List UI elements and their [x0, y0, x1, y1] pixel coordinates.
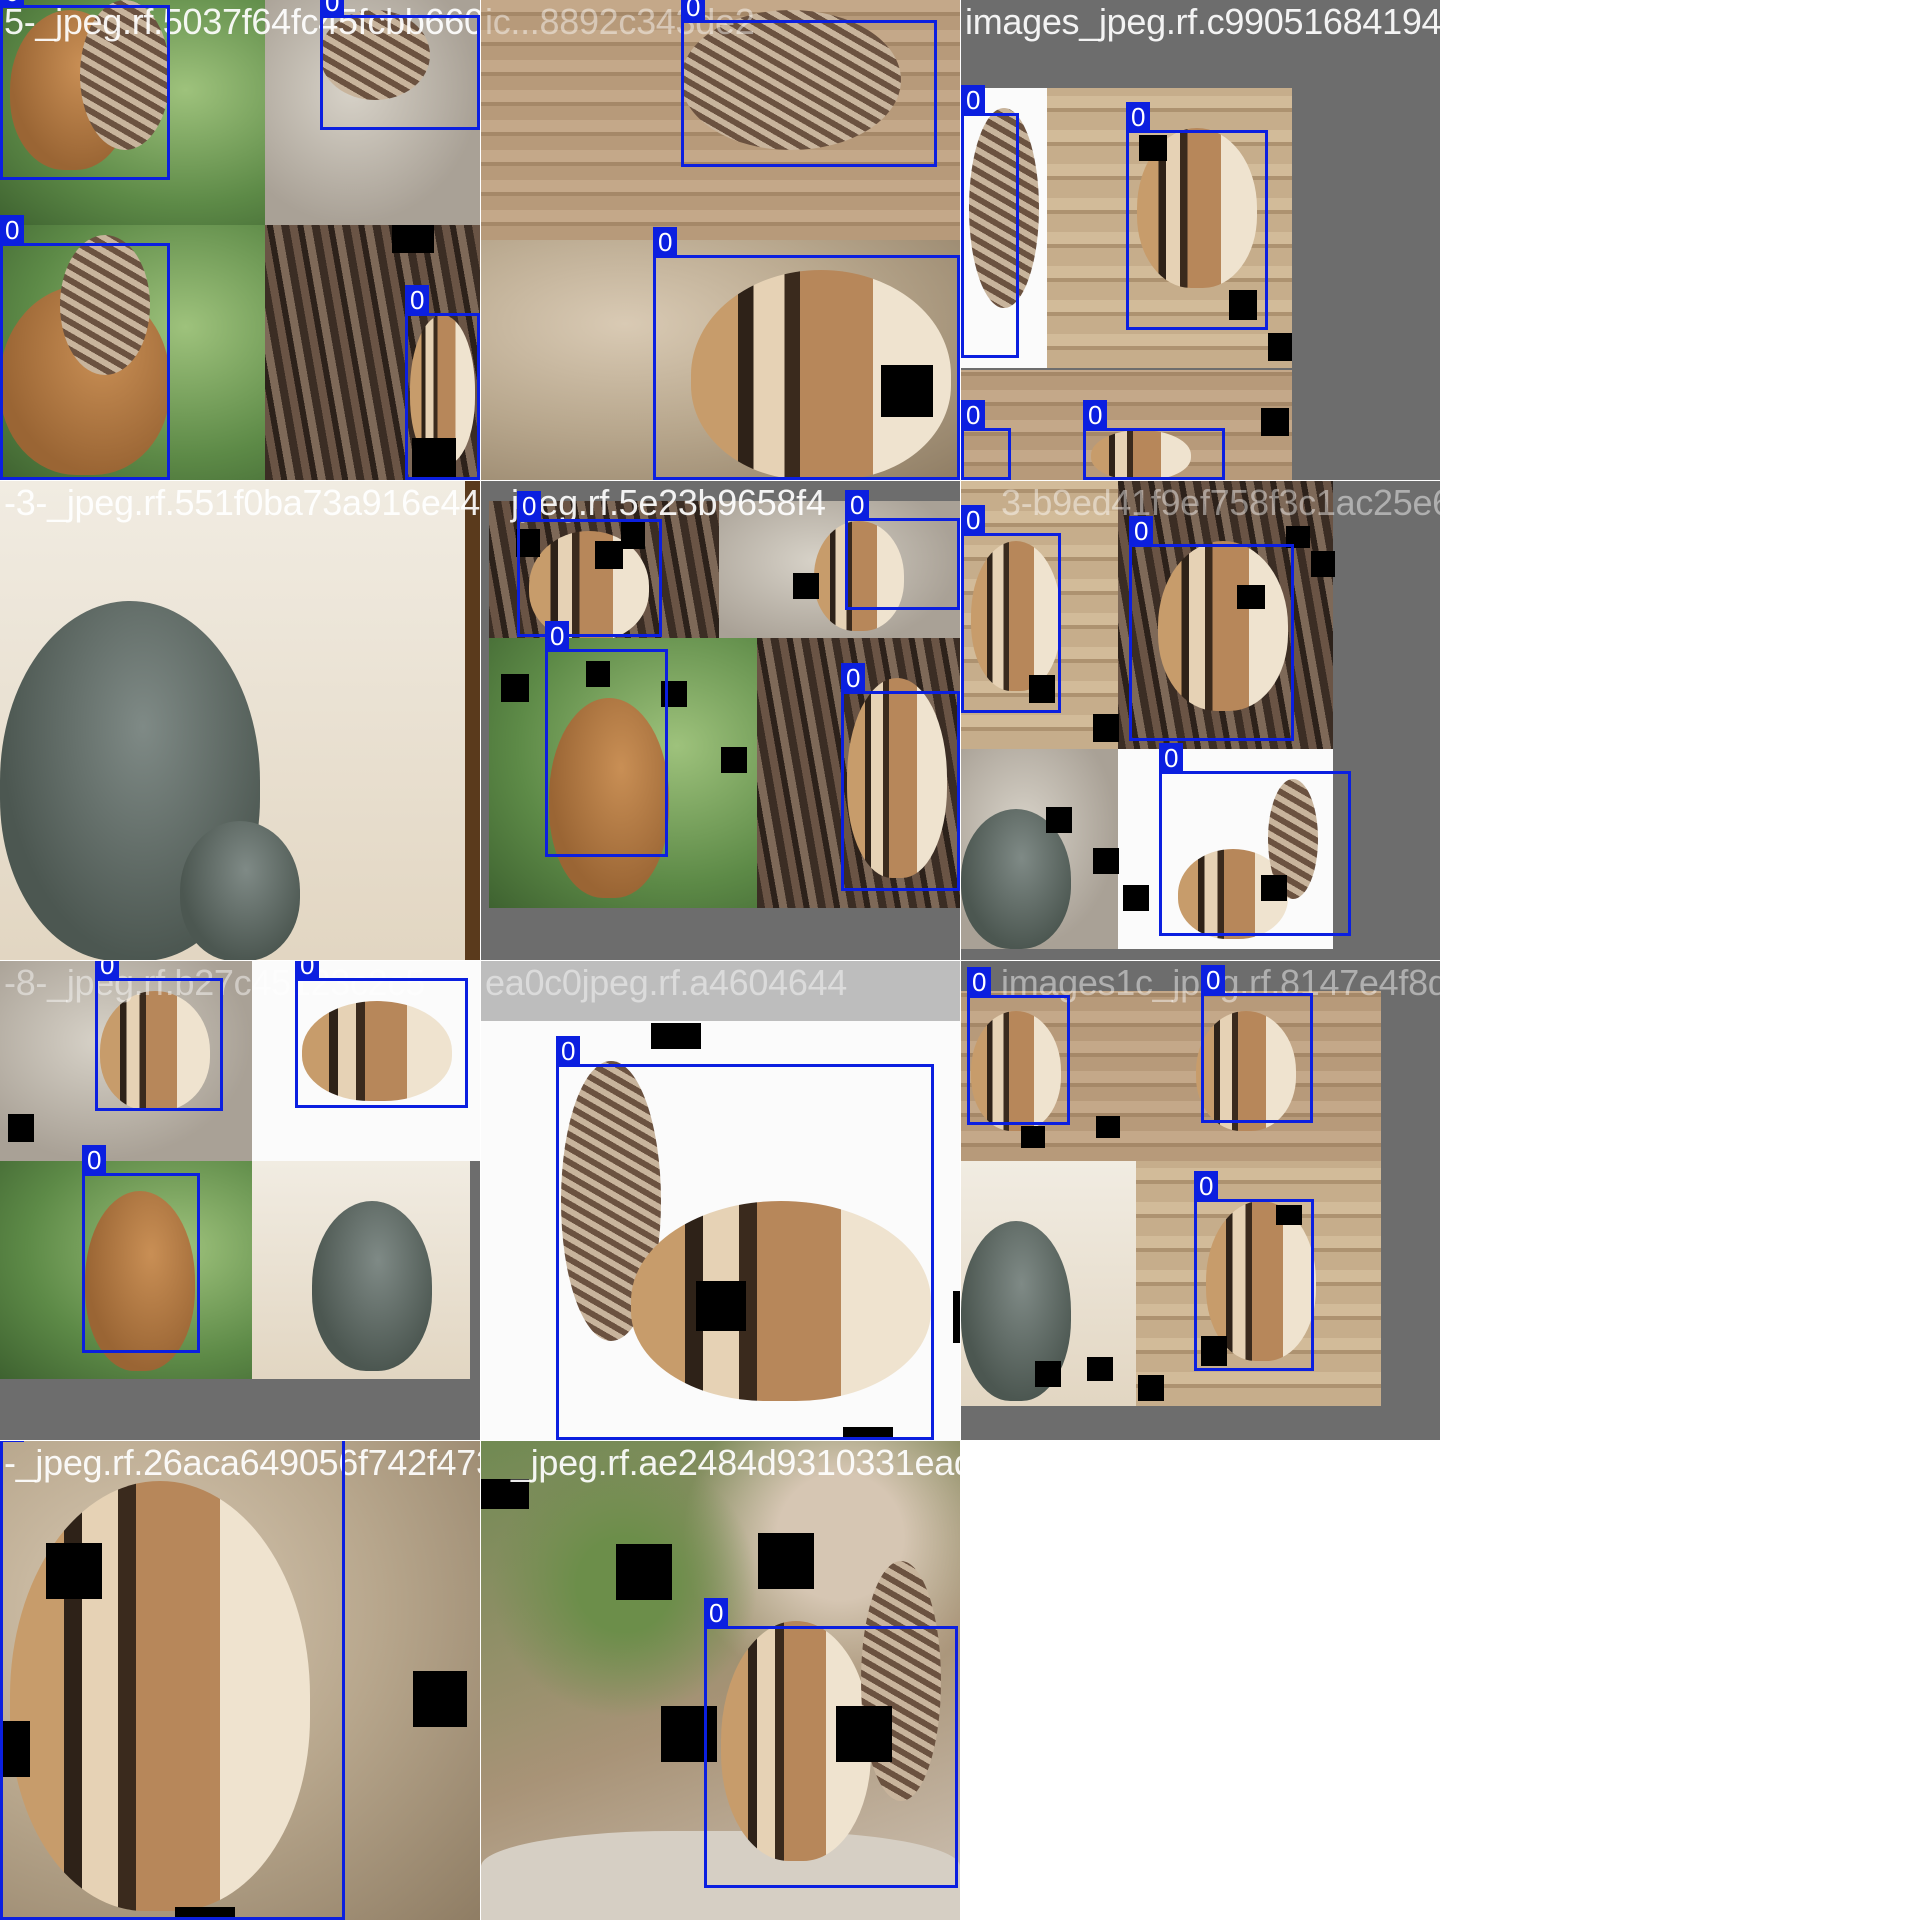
class-label: 0 — [841, 663, 866, 692]
mosaic-tile-4: -3-_jpeg.rf.551f0ba73a916e44ba3835f28d05… — [0, 481, 480, 960]
detection-box: 0 — [1129, 516, 1294, 741]
detection-box: 0 — [320, 0, 480, 130]
detection-box: 0 — [295, 961, 468, 1108]
image-gray-squirrel — [0, 481, 465, 960]
detection-box: 0 — [961, 85, 1019, 358]
class-label: 0 — [0, 215, 25, 244]
detection-box: 0 — [1159, 743, 1351, 936]
class-label: 0 — [320, 0, 345, 16]
detection-box: 0 — [405, 285, 480, 480]
mosaic-tile-5: jpeg.rf.5e23b9658f4 0 0 0 0 — [481, 481, 960, 960]
class-label: 0 — [967, 967, 992, 996]
detection-box: 0 — [1194, 1171, 1314, 1371]
class-label: 0 — [405, 285, 430, 314]
class-label: 0 — [517, 491, 542, 520]
detection-box: 0 — [0, 0, 170, 180]
mosaic-tile-11: _jpeg.rf.ae2484d9310331ead96977426ff5ca … — [481, 1441, 960, 1920]
detection-box: 0 — [1126, 102, 1268, 330]
detection-box: 0 — [653, 227, 960, 480]
mosaic-tile-9: images1c_jpeg.rf.8147e4f8da39768816e72c … — [961, 961, 1440, 1440]
mosaic-tile-8: ea0c0jpeg.rf.a4604644 0 — [481, 961, 960, 1440]
class-label: 0 — [0, 1441, 25, 1442]
class-label: 0 — [0, 0, 25, 6]
class-label: 0 — [653, 227, 678, 256]
detection-box: 0 — [967, 967, 1070, 1125]
class-label: 0 — [1126, 102, 1151, 131]
class-label: 0 — [961, 400, 986, 429]
detection-box: 0 — [845, 490, 960, 610]
class-label: 0 — [95, 961, 120, 979]
class-label: 0 — [1083, 400, 1108, 429]
class-label: 0 — [961, 85, 986, 114]
class-label: 0 — [845, 490, 870, 519]
detection-box: 0 — [1201, 965, 1313, 1123]
class-label: 0 — [1201, 965, 1226, 994]
detection-box: 0 — [517, 491, 662, 637]
class-label: 0 — [1129, 516, 1154, 545]
detection-box: 0 — [0, 1441, 345, 1920]
class-label: 0 — [681, 0, 706, 21]
class-label: 0 — [545, 621, 570, 650]
tile-filename: 3-b9ed41f9ef758f3c1ac25e6d225e4262d7e — [1001, 482, 1440, 523]
detection-box: 0 — [1083, 400, 1225, 480]
mosaic-tile-3: images_jpeg.rf.c99051684194b57489a7c75e1… — [961, 0, 1440, 480]
detection-box: 0 — [82, 1145, 200, 1353]
class-label: 0 — [704, 1598, 729, 1627]
mosaic-tile-1: 5-_jpeg.rf.5037f64fc45fcbb6607afe0ca1d89… — [0, 0, 480, 480]
detection-box: 0 — [704, 1598, 958, 1888]
mosaic-tile-7: -8-_jpeg.rf.b27c45123c2c5 0 0 0 — [0, 961, 480, 1440]
detection-box: 0 — [95, 961, 223, 1111]
class-label: 0 — [961, 505, 986, 534]
mosaic-tile-6: 3-b9ed41f9ef758f3c1ac25e6d225e4262d7e 0 … — [961, 481, 1440, 960]
tile-filename: _jpeg.rf.ae2484d9310331ead96977426ff5ca — [511, 1442, 960, 1483]
class-label: 0 — [556, 1036, 581, 1065]
detection-box: 0 — [545, 621, 668, 857]
class-label: 0 — [1194, 1171, 1219, 1200]
class-label: 0 — [295, 961, 320, 979]
tile-filename: -3-_jpeg.rf.551f0ba73a916e44ba3835f28d05… — [4, 482, 480, 523]
detection-box: 0 — [681, 0, 937, 167]
mosaic-tile-10: -_jpeg.rf.26aca649056f742f473755af6e2484… — [0, 1441, 480, 1920]
detection-box: 0 — [0, 215, 170, 480]
detection-box: 0 — [841, 663, 960, 891]
class-label: 0 — [1159, 743, 1184, 772]
detection-box: 0 — [556, 1036, 934, 1440]
detection-box: 0 — [961, 505, 1061, 713]
tile-filename: ea0c0jpeg.rf.a4604644 — [485, 962, 848, 1003]
image-gray-squirrel-3 — [252, 1161, 470, 1379]
tile-filename: jpeg.rf.5e23b9658f4 — [511, 482, 826, 523]
divider-h1 — [0, 480, 1440, 481]
detection-box: 0 — [961, 400, 1011, 480]
class-label: 0 — [82, 1145, 107, 1174]
tile-filename: images_jpeg.rf.c99051684194b57489a7c75e1… — [965, 1, 1440, 42]
mosaic-tile-2: ic...8892c343de2 0 0 — [481, 0, 960, 480]
divider-h2 — [0, 960, 1440, 961]
